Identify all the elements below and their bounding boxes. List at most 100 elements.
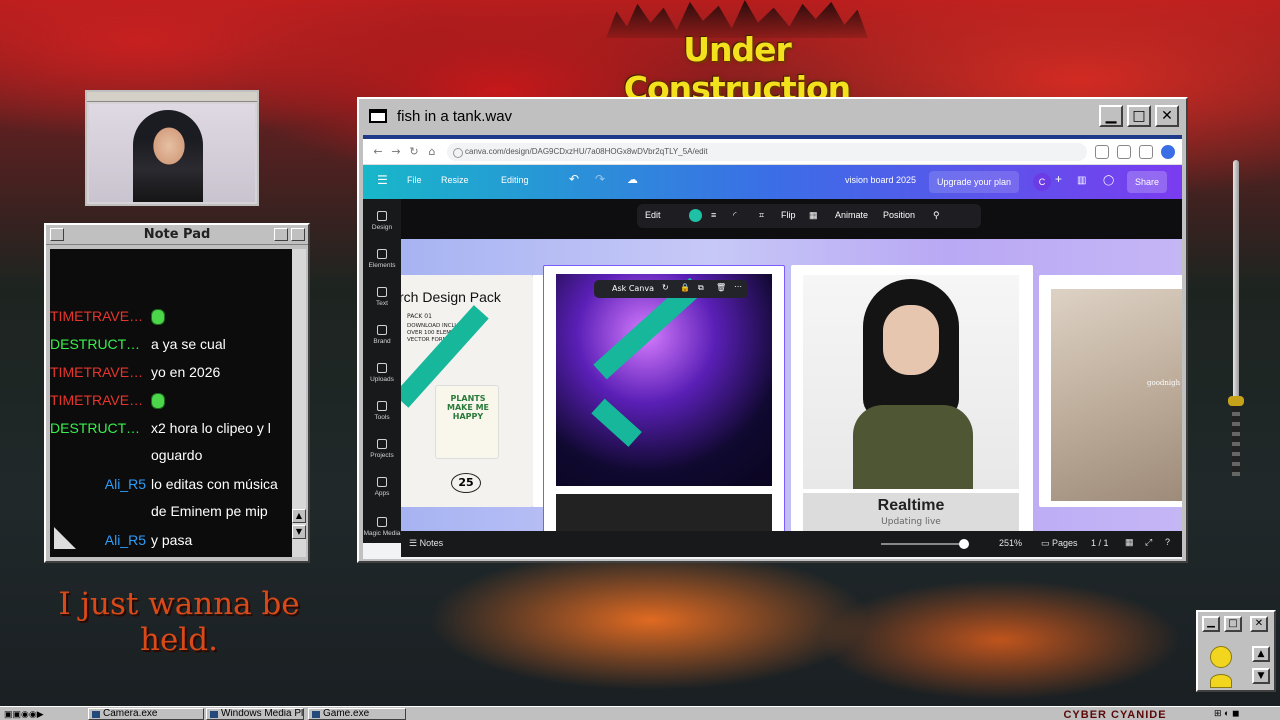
extension-icon[interactable] [1095, 144, 1109, 159]
sidebar-item-text[interactable]: Text [363, 287, 401, 307]
webcam-titlebar[interactable] [87, 92, 257, 102]
mini-minimize-button[interactable]: ▁ [1202, 616, 1220, 632]
more-options-icon[interactable]: ⋯ [734, 282, 742, 291]
ask-canva-button[interactable]: Ask Canva [612, 284, 654, 293]
merch-title: rch Design Pack [401, 289, 501, 305]
position-button[interactable]: Position [883, 210, 915, 220]
smiley-icon [1210, 674, 1232, 688]
extension-icon[interactable] [1139, 144, 1153, 159]
add-collaborator-icon[interactable]: + [1055, 172, 1062, 186]
address-bar[interactable]: canva.com/design/DAG9CDxzHU/7a08HOGx8wDV… [447, 142, 1087, 161]
sidebar-item-design[interactable]: Design [363, 211, 401, 231]
avatar[interactable]: C [1033, 173, 1051, 191]
back-icon[interactable]: ← [369, 143, 387, 161]
document-title[interactable]: vision board 2025 [845, 175, 916, 185]
lock-icon[interactable]: 🔒 [680, 283, 690, 292]
home-icon[interactable]: ⌂ [423, 143, 441, 161]
sidebar-item-apps[interactable]: Apps [363, 477, 401, 497]
chat-username: TIMETRAVEL... [50, 392, 146, 408]
sidebar-item-brand[interactable]: Brand [363, 325, 401, 345]
notepad-maximize-button[interactable] [291, 228, 305, 241]
profile-icon[interactable] [1161, 144, 1175, 159]
redo-icon[interactable]: ↷ [595, 172, 605, 186]
mini-maximize-button[interactable]: □ [1224, 616, 1242, 632]
chat-text: y pasa [151, 532, 193, 548]
scroll-down-button[interactable]: ▼ [292, 525, 306, 539]
tray-icons[interactable]: ▣▣◉◉▶ [4, 709, 44, 720]
editing-dropdown[interactable]: Editing [501, 175, 529, 185]
system-tray-icons[interactable]: ⊞ ◐ ◼ [1214, 708, 1239, 719]
forward-icon[interactable]: → [387, 143, 405, 161]
taskbar-game[interactable]: Game.exe [308, 708, 406, 720]
maximize-button[interactable]: □ [1127, 105, 1151, 127]
notepad-restore-button[interactable] [274, 228, 288, 241]
chat-username: Ali_R5 [104, 476, 146, 492]
color-swatch[interactable] [689, 209, 702, 222]
cloud-save-icon[interactable]: ☁ [627, 173, 638, 186]
undo-icon[interactable]: ↶ [569, 172, 579, 186]
updating-label: Updating live [881, 517, 941, 527]
insights-icon[interactable]: ▥ [1077, 175, 1086, 186]
sidebar-item-projects[interactable]: Projects [363, 439, 401, 459]
menu-icon[interactable]: ☰ [377, 173, 388, 187]
chat-log: TIMETRAVEL... DESTRUCTOR... a ya se cual… [50, 249, 292, 557]
help-icon[interactable]: ? [1165, 537, 1170, 547]
sidebar-item-uploads[interactable]: Uploads [363, 363, 401, 383]
share-button[interactable]: Share [1127, 171, 1168, 193]
merch-card[interactable]: rch Design Pack PACK 01 DOWNLOAD INCLUDE… [401, 275, 533, 507]
mini-scroll-up-button[interactable]: ▲ [1252, 646, 1270, 662]
pages-button[interactable]: ▭ Pages [1041, 538, 1078, 549]
mini-close-button[interactable]: ✕ [1250, 616, 1268, 632]
minimize-button[interactable]: ▁ [1099, 105, 1123, 127]
copy-style-icon[interactable]: ⚲ [933, 210, 940, 221]
mini-scroll-down-button[interactable]: ▼ [1252, 668, 1270, 684]
bedroom-card[interactable]: goodnigh [1039, 275, 1182, 507]
zoom-level[interactable]: 251% [999, 538, 1022, 548]
notes-button[interactable]: ☰ Notes [409, 538, 443, 549]
sidebar-item-tools[interactable]: Tools [363, 401, 401, 421]
zoom-slider-track[interactable] [881, 543, 965, 545]
browser-viewport: ← → ↻ ⌂ canva.com/design/DAG9CDxzHU/7a08… [363, 135, 1182, 559]
upgrade-button[interactable]: Upgrade your plan [929, 171, 1020, 193]
edit-button[interactable]: Edit [645, 210, 661, 220]
animate-button[interactable]: Animate [835, 210, 868, 220]
fullscreen-icon[interactable]: ⤢ [1145, 537, 1152, 548]
reload-icon[interactable]: ↻ [405, 143, 423, 161]
close-button[interactable]: ✕ [1155, 105, 1179, 127]
streamer-video [133, 110, 203, 202]
under-construction-banner: Under Construction [623, 30, 851, 108]
window-titlebar[interactable]: fish in a tank.wav [359, 99, 1186, 133]
resize-grip-icon[interactable] [54, 527, 76, 549]
chat-text: a ya se cual [151, 336, 226, 352]
notepad-titlebar[interactable]: Note Pad [46, 225, 308, 245]
concert-card[interactable]: Ask Canva ↻ 🔒 ⧉ 🗑 ⋯ [543, 265, 785, 535]
zoom-slider-handle[interactable] [959, 539, 969, 549]
transparency-icon[interactable]: ▦ [809, 210, 818, 221]
taskbar-camera[interactable]: Camera.exe [88, 708, 204, 720]
sidebar-item-magic-media[interactable]: Magic Media [363, 517, 401, 537]
flip-button[interactable]: Flip [781, 210, 796, 220]
duplicate-icon[interactable]: ⧉ [698, 283, 704, 293]
chat-scrollbar[interactable]: ▲ ▼ [292, 249, 306, 557]
portrait-card[interactable]: Realtime Updating live [791, 265, 1033, 535]
canvas-area[interactable]: rch Design Pack PACK 01 DOWNLOAD INCLUDE… [401, 239, 1182, 543]
crop-icon[interactable]: ⌗ [759, 210, 764, 221]
scroll-up-button[interactable]: ▲ [292, 509, 306, 523]
regenerate-icon[interactable]: ↻ [662, 283, 669, 292]
resize-button[interactable]: Resize [441, 175, 469, 185]
file-menu[interactable]: File [407, 175, 422, 185]
comment-icon[interactable]: ◯ [1103, 175, 1114, 186]
badge-25: 25 [451, 473, 481, 493]
grid-view-icon[interactable]: ▦ [1125, 537, 1134, 548]
tools-icon [377, 401, 387, 411]
sidebar-item-elements[interactable]: Elements [363, 249, 401, 269]
corner-rounding-icon[interactable]: ◜ [733, 210, 737, 221]
portrait-photo [803, 275, 1019, 489]
bookmark-icon[interactable] [1117, 144, 1131, 159]
notepad-title: Note Pad [143, 227, 211, 242]
border-style-icon[interactable]: ≡ [711, 210, 716, 220]
trash-icon[interactable]: 🗑 [716, 283, 726, 292]
notepad-menu-icon[interactable] [50, 228, 64, 241]
taskbar-media-player[interactable]: Windows Media Pla [206, 708, 304, 720]
chat-text: x2 hora lo clipeo y l oguardo [151, 420, 271, 463]
